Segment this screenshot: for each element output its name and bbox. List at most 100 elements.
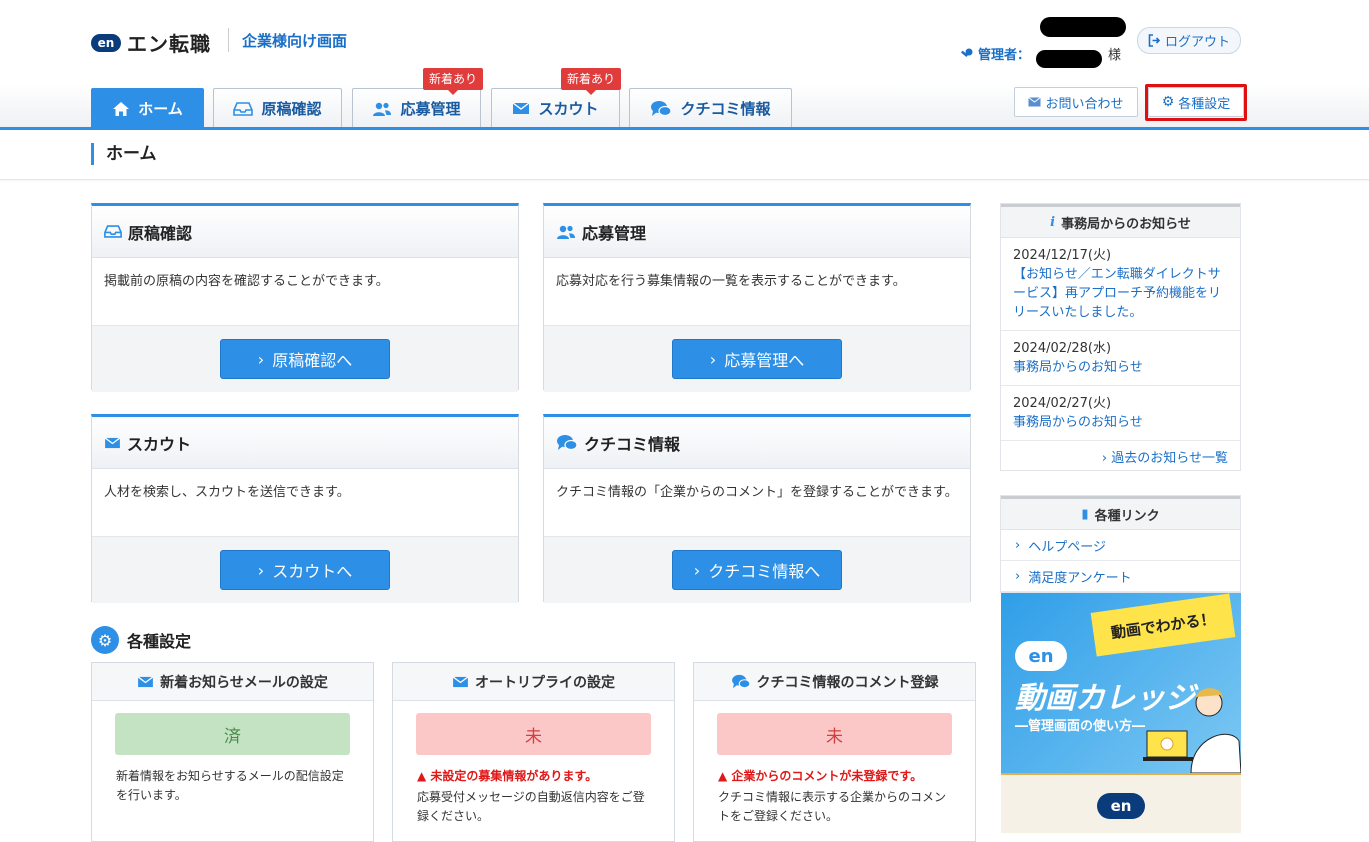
setting-card-header[interactable]: オートリプライの設定 (393, 663, 674, 701)
mail-icon (137, 675, 154, 687)
home-icon (113, 101, 130, 116)
news-date: 2024/12/17(火) (1013, 248, 1112, 263)
card-footer: › 原稿確認へ (92, 326, 518, 392)
setting-card-header[interactable]: 新着お知らせメールの設定 (92, 663, 373, 701)
card-applications: 応募管理 応募対応を行う募集情報の一覧を表示することができます。 › 応募管理へ (543, 203, 971, 392)
news-link[interactable]: 事務局からのお知らせ (1013, 413, 1228, 432)
card-description: 人材を検索し、スカウトを送信できます。 (92, 469, 518, 537)
news-more-link[interactable]: › 過去のお知らせ一覧 (1001, 441, 1240, 472)
survey-link[interactable]: › 満足度アンケート (1001, 561, 1240, 592)
manuscript-icon (104, 225, 122, 238)
person-at-laptop-illustration (1143, 688, 1241, 773)
admin-label: 管理者： (978, 48, 1031, 63)
card-header: 応募管理 (544, 206, 970, 258)
card-header: スカウト (92, 417, 518, 469)
applications-button[interactable]: › 応募管理へ (672, 339, 842, 379)
scout-button[interactable]: › スカウトへ (220, 550, 390, 590)
chevron-right-icon: › (1101, 451, 1108, 466)
setting-card-title: オートリプライの設定 (475, 674, 615, 691)
tab-label: 原稿確認 (261, 100, 322, 118)
link-label: 満足度アンケート (1028, 570, 1132, 586)
settings-section-title: ⚙ 各種設定 (91, 626, 191, 654)
chat-icon (651, 100, 673, 116)
chevron-right-icon: › (257, 560, 265, 580)
card-manuscript: 原稿確認 掲載前の原稿の内容を確認することができます。 › 原稿確認へ (91, 203, 519, 392)
warning-text: 企業からのコメントが未登録です。 (731, 769, 923, 783)
chevron-right-icon: › (1015, 568, 1021, 584)
tab-manuscript[interactable]: 原稿確認 (213, 88, 342, 128)
setting-card-header[interactable]: クチコミ情報のコメント登録 (694, 663, 975, 701)
chat-icon (557, 434, 578, 450)
card-footer: › スカウトへ (92, 537, 518, 603)
gear-icon: ⚙ (91, 626, 119, 654)
header-subtitle: 企業様向け画面 (242, 32, 348, 50)
card-footer: › クチコミ情報へ (544, 537, 970, 603)
button-label: スカウトへ (272, 562, 353, 581)
tab-reviews[interactable]: クチコミ情報 (629, 88, 792, 128)
page-title: ホーム (91, 143, 157, 165)
chevron-right-icon: › (709, 349, 717, 369)
logout-label: ログアウト (1164, 35, 1230, 50)
banner-logo-mark: en (1015, 641, 1067, 671)
setting-card-title: クチコミ情報のコメント登録 (756, 674, 939, 691)
setting-description: 応募受付メッセージの自動返信内容をご登録ください。 (417, 790, 645, 823)
links-header: ▮ 各種リンク (1001, 496, 1240, 530)
chevron-right-icon: › (1015, 537, 1021, 553)
book-icon: ▮ (1081, 506, 1089, 522)
warning-text: 未設定の募集情報があります。 (430, 769, 598, 783)
links-panel: ▮ 各種リンク › ヘルプページ › 満足度アンケート (1000, 495, 1241, 593)
award-logo-mark: en (1097, 793, 1145, 819)
status-badge: 未 (717, 713, 952, 755)
manuscript-button[interactable]: › 原稿確認へ (220, 339, 390, 379)
card-header: 原稿確認 (92, 206, 518, 258)
warning-message: ▲ 企業からのコメントが未登録です。 (718, 767, 951, 784)
card-title: 原稿確認 (128, 223, 193, 243)
new-badge: 新着あり (423, 68, 484, 95)
tab-home[interactable]: ホーム (91, 88, 204, 128)
contact-button[interactable]: お問い合わせ (1014, 87, 1138, 117)
link-label: ヘルプページ (1028, 539, 1106, 555)
award-banner[interactable]: en (1001, 773, 1241, 833)
mail-icon (513, 102, 530, 114)
tab-applications[interactable]: 応募管理 (352, 88, 481, 128)
setting-card-autoreply: オートリプライの設定 未 ▲ 未設定の募集情報があります。 応募受付メッセージの… (392, 662, 675, 842)
users-icon (557, 225, 575, 239)
warning-message: ▲ 未設定の募集情報があります。 (417, 767, 650, 784)
setting-description: 新着情報をお知らせするメールの配信設定を行います。 (116, 769, 344, 802)
tab-label: ホーム (138, 100, 183, 118)
manuscript-icon (233, 101, 254, 116)
setting-description: クチコミ情報に表示する企業からのコメントをご登録ください。 (718, 790, 947, 823)
card-header: クチコミ情報 (544, 417, 970, 469)
logo-mark: en (91, 33, 121, 52)
news-link[interactable]: 【お知らせ／エン転職ダイレクトサービス】再アプローチ予約機能をリリースいたしまし… (1013, 265, 1228, 322)
banner-subtitle: ―管理画面の使い方― (1015, 719, 1146, 734)
banner-bubble: 動画でわかる！ (1090, 593, 1236, 657)
redaction-bar (1040, 17, 1126, 37)
tab-label: クチコミ情報 (680, 100, 771, 118)
video-college-banner[interactable]: 動画でわかる！ en 動画カレッジ ―管理画面の使い方― (1001, 593, 1241, 773)
links-title: 各種リンク (1094, 508, 1160, 524)
award-logo-text: en (1110, 797, 1132, 815)
setting-card-review-comment: クチコミ情報のコメント登録 未 ▲ 企業からのコメントが未登録です。 クチコミ情… (693, 662, 976, 842)
mail-icon (104, 436, 121, 448)
news-date: 2024/02/28(水) (1013, 341, 1112, 356)
mail-icon (452, 675, 469, 687)
logo-divider (228, 28, 229, 52)
admin-suffix: 様 (1108, 48, 1122, 63)
highlight-box (1145, 84, 1247, 121)
card-description: 応募対応を行う募集情報の一覧を表示することができます。 (544, 258, 970, 326)
contact-label: お問い合わせ (1045, 96, 1124, 112)
logout-button[interactable]: ログアウト (1137, 27, 1241, 54)
banner-bubble-text: 動画でわかる！ (1109, 609, 1217, 642)
admin-info: 管理者： (960, 44, 1030, 63)
card-reviews: クチコミ情報 クチコミ情報の「企業からのコメント」を登録することができます。 ›… (543, 414, 971, 603)
logo-text: エン転職 (127, 32, 211, 56)
reviews-button[interactable]: › クチコミ情報へ (672, 550, 842, 590)
tab-scout[interactable]: スカウト (491, 88, 620, 128)
help-page-link[interactable]: › ヘルプページ (1001, 530, 1240, 561)
logo[interactable]: en エン転職 (91, 28, 211, 57)
card-footer: › 応募管理へ (544, 326, 970, 392)
key-icon (961, 48, 973, 57)
news-link[interactable]: 事務局からのお知らせ (1013, 358, 1228, 377)
info-icon: i (1050, 214, 1056, 230)
